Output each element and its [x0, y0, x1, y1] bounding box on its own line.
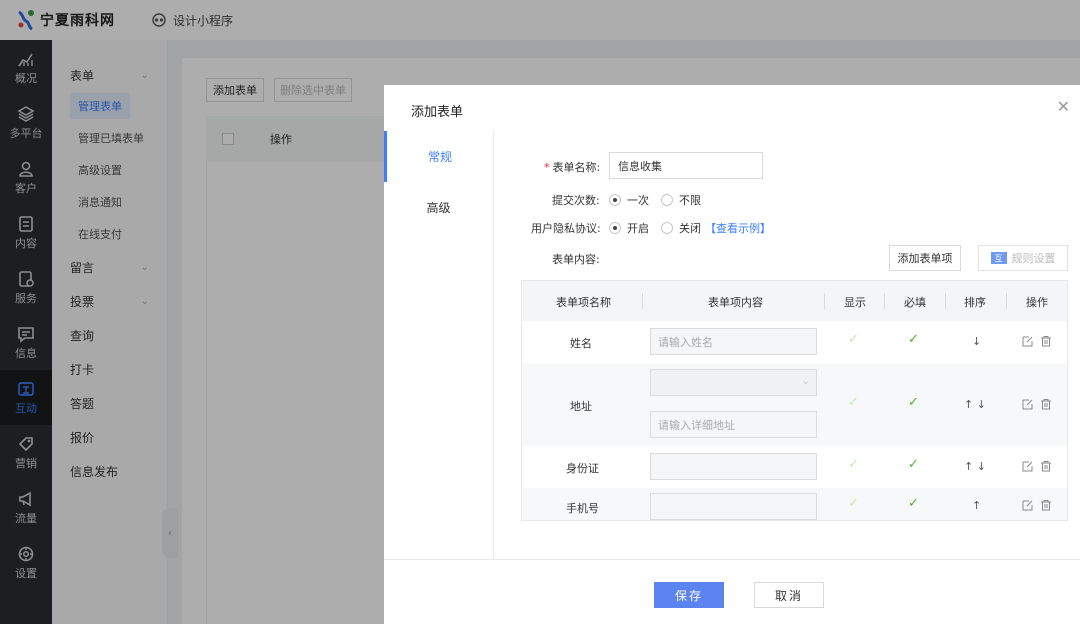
column-header: 表单项名称: [556, 296, 611, 309]
table-header: 表单项名称 表单项内容 显示 必填 排序 操作: [522, 281, 1067, 321]
edit-icon[interactable]: [1022, 499, 1034, 511]
rule-icon: 互: [990, 252, 1007, 264]
required-check-icon[interactable]: ✓: [908, 395, 919, 410]
radio-label: 关闭: [679, 222, 701, 235]
required-check-icon[interactable]: ✓: [908, 496, 919, 511]
table-row: 地址 ⌄ 请输入详细地址 ✓ ✓ ↑ ↓: [522, 363, 1067, 446]
privacy-on-radio[interactable]: 开启: [609, 220, 649, 236]
view-example-link[interactable]: 【查看示例】: [705, 220, 771, 236]
edit-icon[interactable]: [1022, 398, 1034, 410]
edit-icon[interactable]: [1022, 460, 1034, 472]
show-check-icon[interactable]: ✓: [848, 332, 859, 347]
radio-dot: [609, 194, 621, 206]
sort-arrows[interactable]: ↑: [972, 499, 981, 512]
form-name-label: * 表单名称:: [544, 159, 600, 175]
required-check-icon[interactable]: ✓: [908, 457, 919, 472]
header-divider: [824, 293, 825, 309]
name-field-preview[interactable]: 请输入姓名: [650, 328, 817, 355]
row-actions: [1022, 460, 1052, 472]
radio-label: 一次: [627, 194, 649, 207]
header-divider: [884, 293, 885, 309]
delete-icon[interactable]: [1040, 460, 1052, 472]
required-check-icon[interactable]: ✓: [908, 332, 919, 347]
column-header: 显示: [844, 296, 866, 309]
add-form-item-button[interactable]: 添加表单项: [889, 245, 961, 271]
rule-settings-button[interactable]: 互规则设置: [978, 245, 1068, 271]
address-detail-field[interactable]: 请输入详细地址: [650, 411, 817, 438]
privacy-label: 用户隐私协议:: [531, 222, 601, 235]
radio-dot: [661, 222, 673, 234]
show-check-icon[interactable]: ✓: [848, 395, 859, 410]
add-form-dialog: 添加表单 ✕ 常规 高级 * 表单名称: 信息收集 提交次数: 一次 不限 用户隐…: [384, 85, 1080, 624]
radio-label: 不限: [679, 194, 701, 207]
privacy-off-radio[interactable]: 关闭: [661, 220, 701, 236]
phone-field-preview[interactable]: [650, 493, 817, 520]
radio-label: 开启: [627, 222, 649, 235]
delete-icon[interactable]: [1040, 335, 1052, 347]
table-row: 姓名 请输入姓名 ✓ ✓ ↓: [522, 321, 1067, 363]
address-region-select[interactable]: ⌄: [650, 369, 817, 396]
column-header: 排序: [964, 296, 986, 309]
submit-unlimited-radio[interactable]: 不限: [661, 192, 701, 208]
table-row: 手机号 ✓ ✓ ↑: [522, 488, 1067, 520]
required-asterisk: *: [544, 161, 550, 174]
sort-arrows[interactable]: ↑ ↓: [964, 398, 986, 411]
row-actions: [1022, 335, 1052, 347]
radio-dot: [661, 194, 673, 206]
save-button[interactable]: 保存: [654, 582, 724, 608]
delete-icon[interactable]: [1040, 398, 1052, 410]
edit-icon[interactable]: [1022, 335, 1034, 347]
label-text: 表单名称:: [552, 161, 601, 174]
dialog-tabs: 常规 高级: [384, 131, 494, 559]
item-name: 手机号: [566, 502, 599, 515]
close-icon[interactable]: ✕: [1057, 97, 1070, 116]
row-actions: [1022, 499, 1052, 511]
row-actions: [1022, 398, 1052, 410]
delete-icon[interactable]: [1040, 499, 1052, 511]
sort-arrows[interactable]: ↑ ↓: [964, 460, 986, 473]
header-divider: [642, 293, 643, 309]
rule-label: 规则设置: [1011, 252, 1056, 265]
radio-dot: [609, 222, 621, 234]
form-content-label: 表单内容:: [552, 253, 600, 266]
column-header: 操作: [1026, 296, 1048, 309]
column-header: 必填: [904, 296, 926, 309]
item-name: 地址: [570, 400, 592, 413]
header-divider: [945, 293, 946, 309]
tab-general[interactable]: 常规: [384, 131, 493, 182]
submit-count-label: 提交次数:: [552, 194, 600, 207]
header-divider: [1006, 293, 1007, 309]
form-name-input[interactable]: 信息收集: [609, 152, 763, 179]
dialog-footer: 保存 取消: [384, 559, 1080, 624]
cancel-button[interactable]: 取消: [754, 582, 824, 608]
dialog-title: 添加表单: [411, 105, 464, 120]
item-name: 姓名: [570, 337, 592, 350]
form-items-table: 表单项名称 表单项内容 显示 必填 排序 操作 姓名 请输入姓名 ✓ ✓ ↓ 地…: [521, 280, 1068, 521]
table-row: 身份证 ✓ ✓ ↑ ↓: [522, 446, 1067, 488]
column-header: 表单项内容: [708, 296, 763, 309]
submit-once-radio[interactable]: 一次: [609, 192, 649, 208]
chevron-down-icon: ⌄: [801, 376, 810, 387]
show-check-icon[interactable]: ✓: [848, 496, 859, 511]
tab-advanced[interactable]: 高级: [384, 182, 493, 233]
id-card-field-preview[interactable]: [650, 453, 817, 480]
sort-arrows[interactable]: ↓: [972, 335, 981, 348]
item-name: 身份证: [566, 462, 599, 475]
show-check-icon[interactable]: ✓: [848, 457, 859, 472]
